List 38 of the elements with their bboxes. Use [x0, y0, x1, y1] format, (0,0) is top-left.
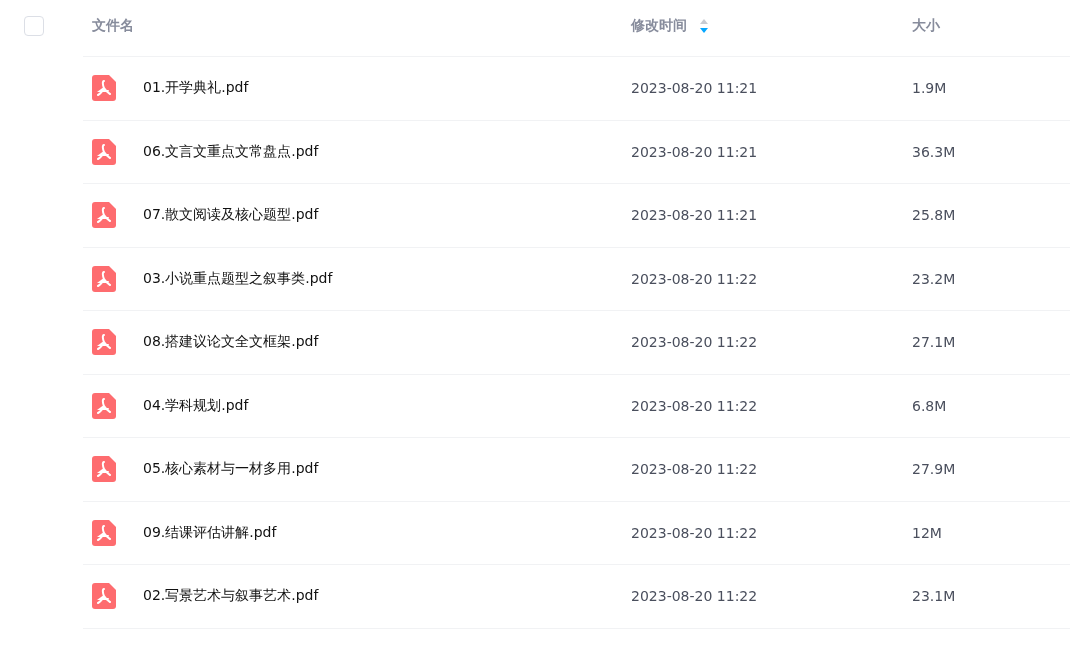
sort-icon[interactable]	[699, 18, 709, 34]
file-name[interactable]: 03.小说重点题型之叙事类.pdf	[143, 269, 333, 288]
pdf-file-icon	[92, 75, 116, 102]
pdf-file-icon	[92, 392, 116, 419]
file-size: 23.1M	[912, 588, 956, 605]
modified-time: 2023-08-20 11:22	[631, 397, 758, 414]
file-name[interactable]: 09.结课评估讲解.pdf	[143, 523, 277, 542]
modified-time: 2023-08-20 11:22	[631, 334, 758, 351]
file-size: 12M	[912, 524, 942, 541]
file-name[interactable]: 01.开学典礼.pdf	[143, 79, 249, 98]
file-size: 1.9M	[912, 80, 947, 97]
modified-time: 2023-08-20 11:22	[631, 270, 758, 287]
file-name[interactable]: 08.搭建议论文全文框架.pdf	[143, 333, 319, 352]
checkbox[interactable]	[24, 16, 44, 36]
file-size: 6.8M	[912, 397, 947, 414]
pdf-file-icon	[92, 265, 116, 292]
pdf-file-icon	[92, 583, 116, 610]
modified-time: 2023-08-20 11:21	[631, 80, 758, 97]
pdf-file-icon	[92, 519, 116, 546]
file-name[interactable]: 02.写景艺术与叙事艺术.pdf	[143, 587, 319, 606]
file-name[interactable]: 04.学科规划.pdf	[143, 396, 249, 415]
modified-time: 2023-08-20 11:22	[631, 524, 758, 541]
modified-time: 2023-08-20 11:22	[631, 461, 758, 478]
pdf-file-icon	[92, 329, 116, 356]
modified-time: 2023-08-20 11:21	[631, 207, 758, 224]
modified-time: 2023-08-20 11:22	[631, 588, 758, 605]
file-name[interactable]: 06.文言文重点文常盘点.pdf	[143, 142, 319, 161]
pdf-file-icon	[92, 202, 116, 229]
modified-time: 2023-08-20 11:21	[631, 143, 758, 160]
file-size: 27.1M	[912, 334, 956, 351]
pdf-file-icon	[92, 456, 116, 483]
file-size: 23.2M	[912, 270, 956, 287]
pdf-file-icon	[92, 138, 116, 165]
file-name[interactable]: 05.核心素材与一材多用.pdf	[143, 460, 319, 479]
file-size: 36.3M	[912, 143, 956, 160]
file-size: 25.8M	[912, 207, 956, 224]
file-name[interactable]: 07.散文阅读及核心题型.pdf	[143, 206, 319, 225]
file-size: 27.9M	[912, 461, 956, 478]
